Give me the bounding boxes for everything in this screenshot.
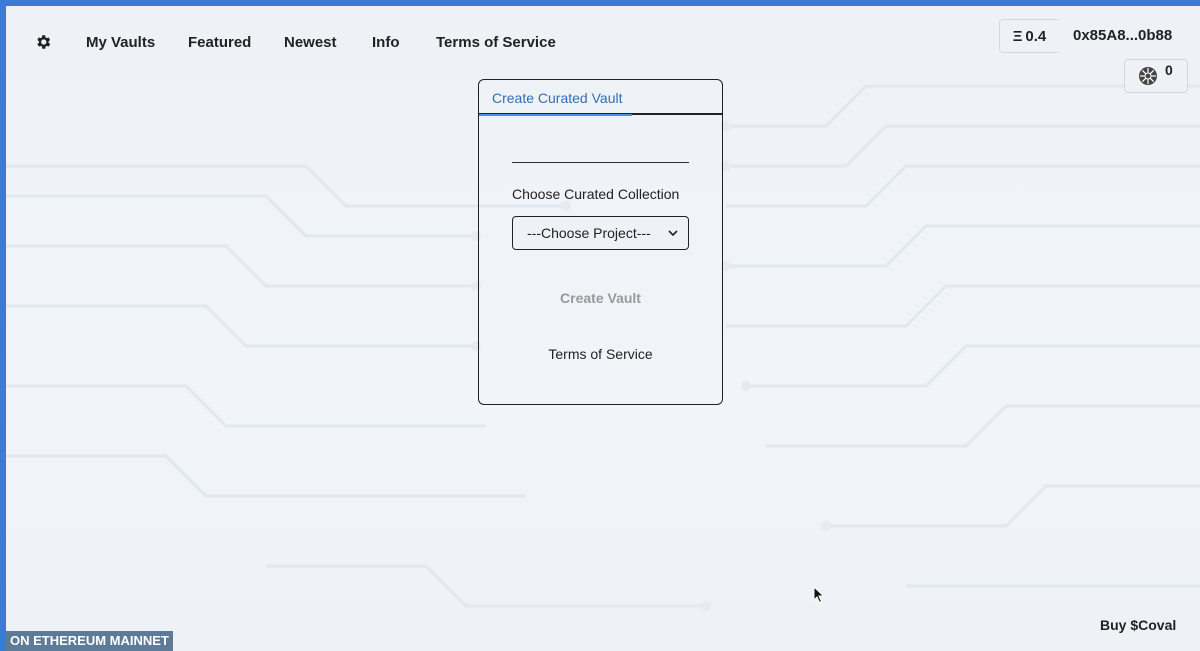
collection-label: Choose Curated Collection (512, 186, 680, 202)
coval-token-icon (1139, 67, 1157, 85)
nav-terms-of-service[interactable]: Terms of Service (436, 34, 556, 51)
token-balance-button[interactable]: 0 (1124, 59, 1188, 93)
balance-value: 0.4 (1025, 27, 1047, 45)
wallet-address[interactable]: 0x85A8...0b88 (1073, 27, 1172, 44)
vault-name-input[interactable] (512, 162, 689, 163)
chevron-down-icon (668, 230, 678, 237)
project-select[interactable]: ---Choose Project--- (512, 216, 689, 250)
app-frame: My Vaults Featured Newest Info Terms of … (6, 6, 1200, 651)
create-vault-card: Create Curated Vault Choose Curated Coll… (478, 79, 723, 405)
nav-my-vaults[interactable]: My Vaults (86, 34, 155, 51)
network-badge: ON ETHEREUM MAINNET (6, 631, 173, 651)
buy-coval-link[interactable]: Buy $Coval (1100, 617, 1176, 633)
create-vault-button[interactable]: Create Vault (512, 290, 689, 306)
nav-info[interactable]: Info (372, 34, 400, 51)
token-count: 0 (1165, 62, 1173, 78)
nav-featured[interactable]: Featured (188, 34, 251, 51)
nav-newest[interactable]: Newest (284, 34, 337, 51)
gear-icon[interactable] (34, 33, 52, 51)
tab-create-curated-vault[interactable]: Create Curated Vault (479, 80, 632, 116)
tab-bar: Create Curated Vault (479, 80, 722, 116)
eth-icon: Ξ (1012, 27, 1023, 45)
project-select-value: ---Choose Project--- (527, 225, 651, 241)
mouse-cursor-icon (813, 586, 825, 604)
terms-of-service-link[interactable]: Terms of Service (512, 346, 689, 362)
top-nav: My Vaults Featured Newest Info Terms of … (6, 6, 1200, 93)
wallet-balance[interactable]: Ξ 0.4 (999, 19, 1059, 53)
